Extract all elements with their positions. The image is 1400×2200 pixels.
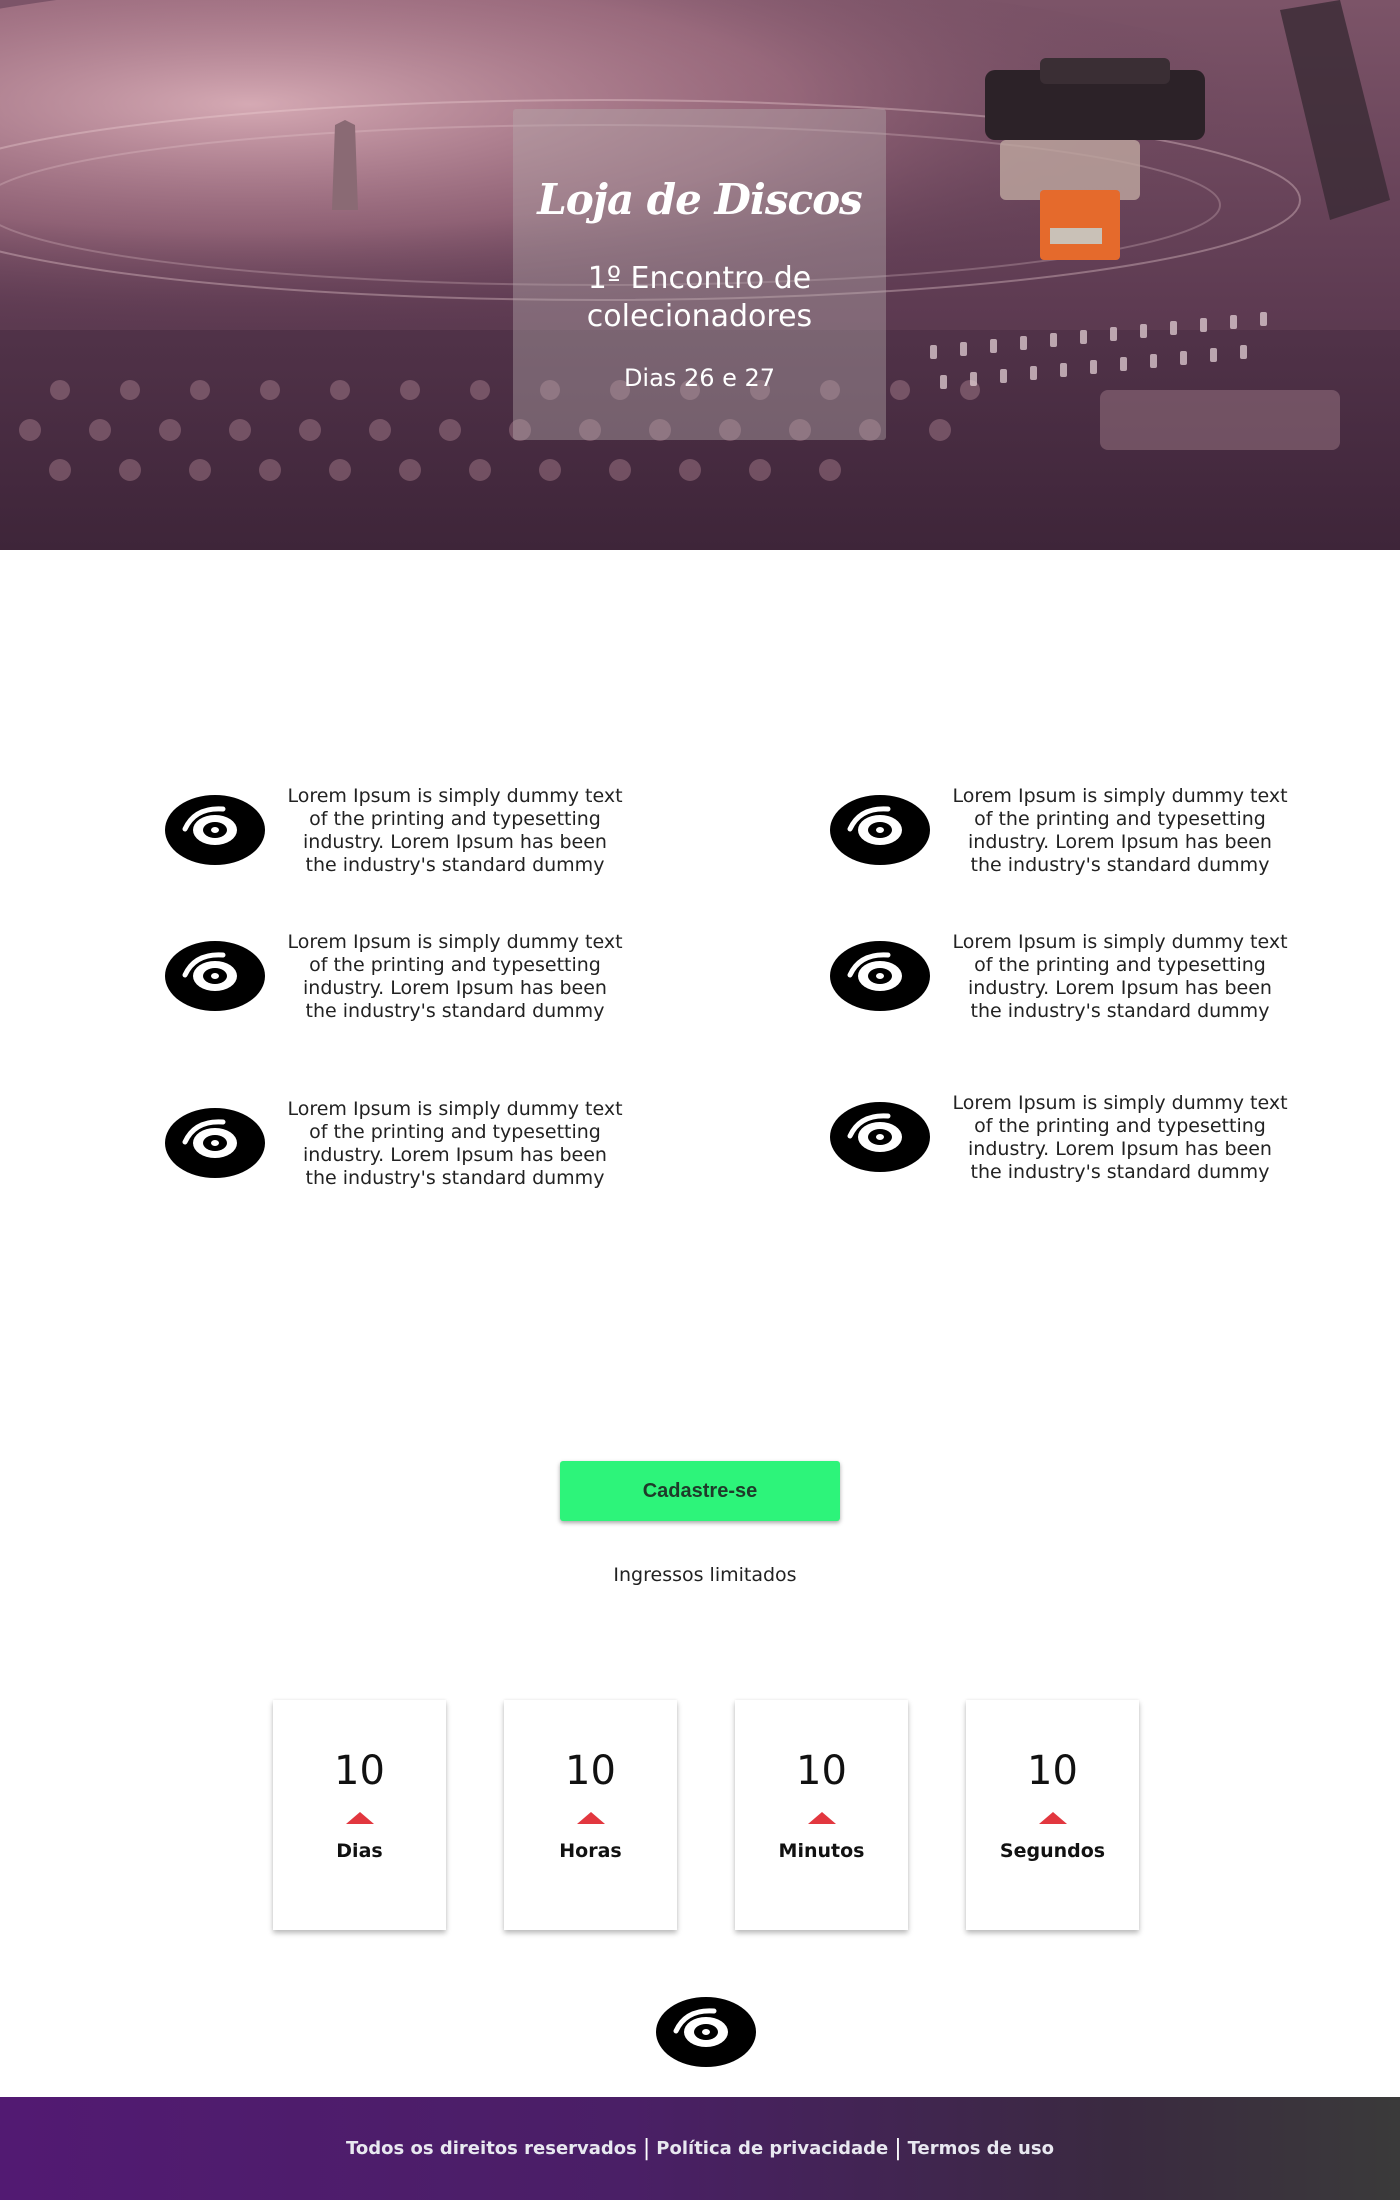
- footer-separator: |: [642, 2136, 651, 2161]
- caret-up-icon: [345, 1812, 374, 1824]
- countdown-value: 10: [334, 1748, 385, 1794]
- vinyl-disc-icon: [165, 795, 265, 865]
- countdown-value: 10: [565, 1748, 616, 1794]
- countdown-seconds: 10 Segundos: [966, 1700, 1139, 1930]
- feature-text: Lorem Ipsum is simply dummy text of the …: [287, 785, 623, 876]
- feature-item: Lorem Ipsum is simply dummy text of the …: [830, 785, 1310, 885]
- feature-item: Lorem Ipsum is simply dummy text of the …: [165, 785, 645, 885]
- register-button[interactable]: Cadastre-se: [560, 1461, 840, 1521]
- feature-text: Lorem Ipsum is simply dummy text of the …: [952, 931, 1288, 1022]
- countdown-value: 10: [796, 1748, 847, 1794]
- vinyl-disc-icon: [830, 795, 930, 865]
- caret-up-icon: [1038, 1812, 1067, 1824]
- vinyl-disc-icon: [830, 1102, 930, 1172]
- vinyl-disc-icon: [165, 941, 265, 1011]
- footer: Todos os direitos reservados | Política …: [0, 2097, 1400, 2200]
- terms-of-use-link[interactable]: Termos de uso: [908, 2138, 1054, 2159]
- feature-item: Lorem Ipsum is simply dummy text of the …: [165, 931, 645, 1031]
- site-title: Loja de Discos: [537, 175, 863, 224]
- feature-text: Lorem Ipsum is simply dummy text of the …: [952, 785, 1288, 876]
- countdown-label: Segundos: [999, 1840, 1106, 1862]
- footer-separator: |: [894, 2136, 902, 2161]
- vinyl-disc-icon: [656, 1997, 756, 2067]
- hero-banner: Loja de Discos 1º Encontro de colecionad…: [0, 0, 1400, 550]
- feature-item: Lorem Ipsum is simply dummy text of the …: [830, 1092, 1310, 1192]
- caret-up-icon: [576, 1812, 605, 1824]
- event-dates: Dias 26 e 27: [623, 364, 776, 392]
- limited-tickets-note: Ingressos limitados: [613, 1564, 797, 1586]
- hero-card: Loja de Discos 1º Encontro de colecionad…: [513, 109, 886, 440]
- countdown-hours: 10 Horas: [504, 1700, 677, 1930]
- caret-up-icon: [807, 1812, 836, 1824]
- feature-text: Lorem Ipsum is simply dummy text of the …: [952, 1092, 1288, 1183]
- feature-item: Lorem Ipsum is simply dummy text of the …: [165, 1098, 645, 1198]
- countdown-minutes: 10 Minutos: [735, 1700, 908, 1930]
- countdown-label: Horas: [559, 1840, 622, 1862]
- countdown-label: Dias: [336, 1840, 383, 1862]
- vinyl-disc-icon: [830, 941, 930, 1011]
- privacy-policy-link[interactable]: Política de privacidade: [656, 2138, 888, 2159]
- rights-link[interactable]: Todos os direitos reservados: [346, 2138, 637, 2159]
- countdown-days: 10 Dias: [273, 1700, 446, 1930]
- countdown-label: Minutos: [778, 1840, 865, 1862]
- feature-item: Lorem Ipsum is simply dummy text of the …: [830, 931, 1310, 1031]
- feature-text: Lorem Ipsum is simply dummy text of the …: [287, 1098, 623, 1189]
- feature-text: Lorem Ipsum is simply dummy text of the …: [287, 931, 623, 1022]
- countdown-value: 10: [1027, 1748, 1078, 1794]
- event-subtitle: 1º Encontro de colecionadores: [586, 261, 813, 334]
- spindle: [332, 120, 358, 210]
- vinyl-disc-icon: [165, 1108, 265, 1178]
